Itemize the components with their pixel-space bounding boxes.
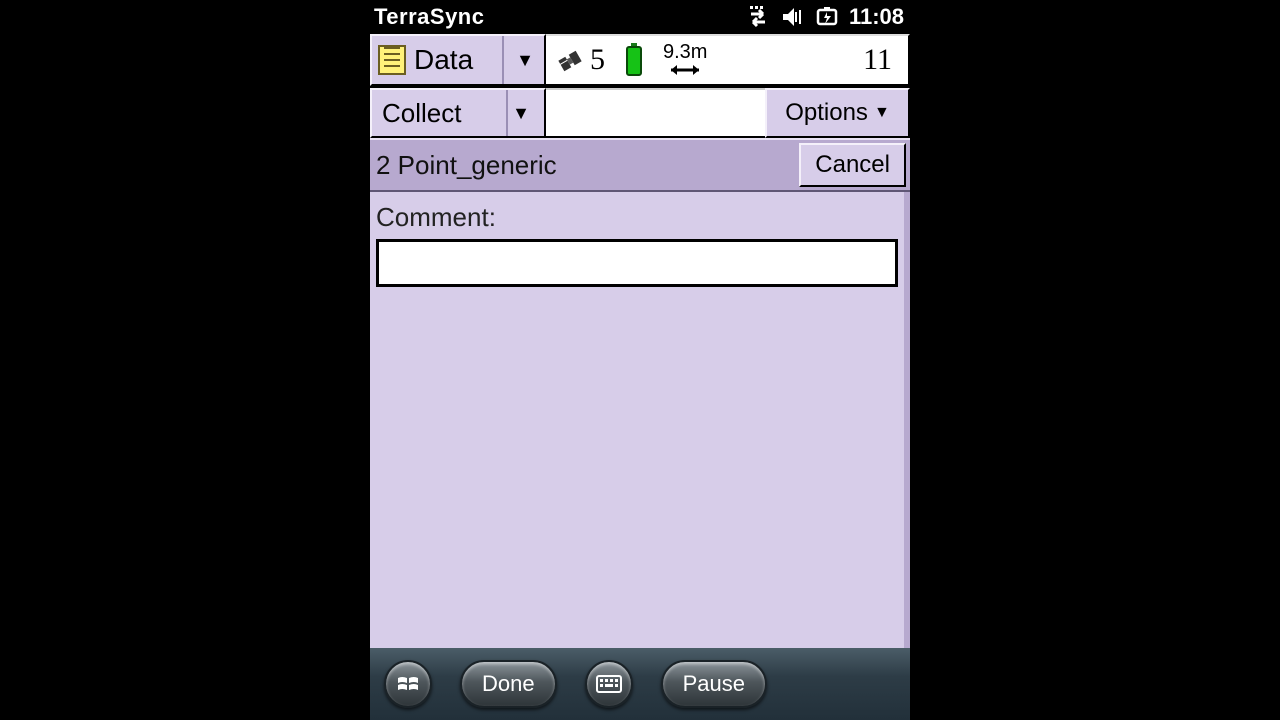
chevron-down-icon: ▼	[508, 103, 534, 124]
logged-positions-count: 11	[863, 43, 900, 77]
system-bottom-bar: Done Pause	[370, 648, 910, 720]
done-label: Done	[482, 671, 535, 697]
chevron-down-icon: ▼	[512, 50, 538, 71]
start-button[interactable]	[384, 660, 432, 708]
data-page-icon	[378, 45, 406, 75]
feature-header: 2 Point_generic Cancel	[370, 138, 910, 192]
feature-title: 2 Point_generic	[376, 150, 557, 181]
data-label: Data	[414, 44, 473, 76]
battery-icon	[623, 43, 645, 77]
pause-button[interactable]: Pause	[661, 660, 767, 708]
device-screen: TerraSync 11:08	[370, 0, 910, 720]
keyboard-icon	[596, 675, 622, 693]
comment-label: Comment:	[376, 202, 898, 233]
pause-label: Pause	[683, 671, 745, 697]
gps-status-panel: 5 9.3m 11	[546, 34, 910, 86]
options-menu-button[interactable]: Options ▼	[765, 88, 910, 138]
accuracy-arrow-icon	[667, 62, 703, 78]
secondary-toolbar: Collect ▼ Options ▼	[370, 88, 910, 138]
satellite-count: 5	[590, 43, 605, 77]
windows-icon	[395, 671, 421, 697]
options-label: Options	[785, 99, 868, 127]
app-title: TerraSync	[374, 4, 484, 30]
cancel-label: Cancel	[815, 151, 890, 179]
toolbar-spacer	[546, 88, 765, 138]
accuracy-value: 9.3m	[663, 42, 707, 62]
clock: 11:08	[849, 4, 906, 30]
satellite-icon	[554, 45, 586, 77]
power-icon	[815, 6, 839, 28]
volume-icon	[781, 6, 805, 28]
collect-label: Collect	[382, 98, 461, 129]
data-menu-button[interactable]: Data ▼	[370, 34, 546, 86]
keyboard-button[interactable]	[585, 660, 633, 708]
system-statusbar: TerraSync 11:08	[370, 0, 910, 34]
comment-input[interactable]	[376, 239, 898, 287]
collect-menu-button[interactable]: Collect ▼	[370, 88, 546, 138]
main-toolbar: Data ▼ 5	[370, 34, 910, 88]
done-button[interactable]: Done	[460, 660, 557, 708]
connectivity-icon	[745, 6, 771, 28]
chevron-down-icon: ▼	[874, 104, 890, 122]
attribute-form: Comment:	[370, 192, 910, 648]
cancel-button[interactable]: Cancel	[799, 143, 906, 187]
